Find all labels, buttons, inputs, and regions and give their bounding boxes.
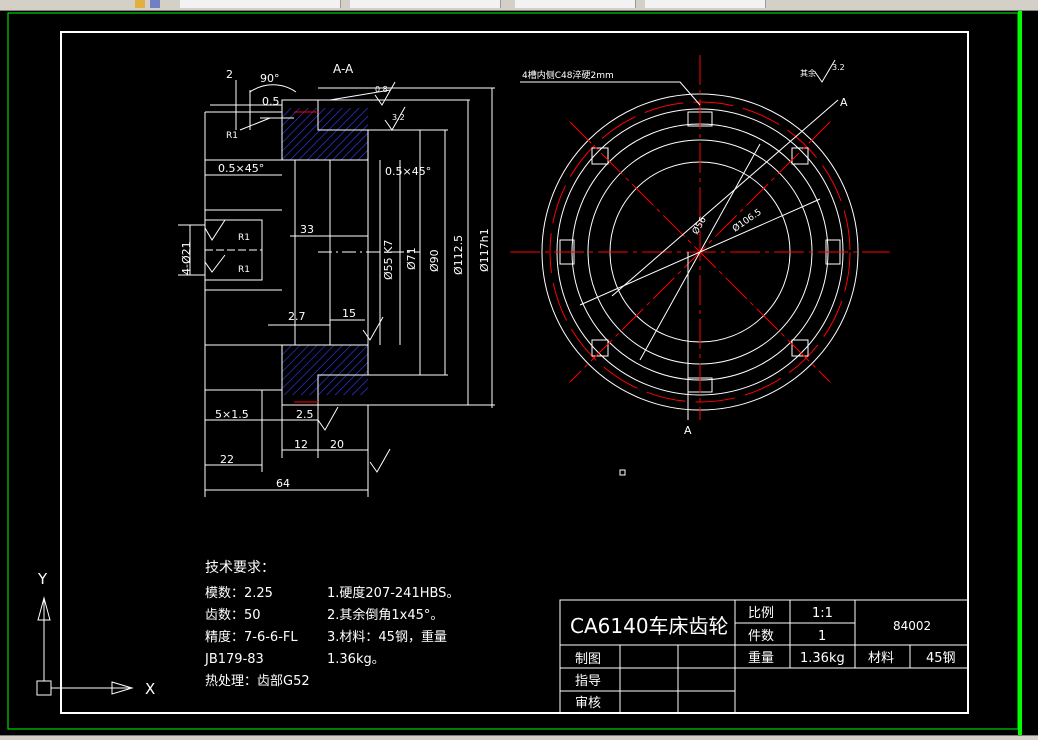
tech-left-line: 热处理：齿部G52 xyxy=(205,674,310,689)
other-note: 其余 xyxy=(800,68,816,78)
section-view xyxy=(178,80,495,497)
toolbar-field[interactable] xyxy=(515,0,636,8)
toolbar-strip xyxy=(0,0,1038,11)
tech-left-line: JB179-83 xyxy=(204,652,264,667)
dim-25: 2.5 xyxy=(296,408,314,421)
angle-arc xyxy=(249,84,297,93)
roughness-value: 0.8 xyxy=(375,85,388,94)
toolbar-icon[interactable] xyxy=(135,0,145,8)
end-view xyxy=(510,55,890,420)
dim-phi90: Ø90 xyxy=(428,249,441,272)
dim-chamfer-left: 0.5×45° xyxy=(218,162,264,175)
ucs-origin xyxy=(36,680,52,696)
weight-label: 重量 xyxy=(748,650,774,666)
dim-12: 12 xyxy=(294,438,308,451)
toolbar-icon[interactable] xyxy=(150,0,160,8)
dim-left: 4-Ø21 xyxy=(180,241,193,275)
viewport-frame xyxy=(7,12,1019,730)
material-label: 材料 xyxy=(868,651,894,666)
dim-r1: R1 xyxy=(238,233,250,243)
dim-bore-k7: Ø55 K7 xyxy=(382,240,395,280)
dim-small: 2 xyxy=(226,68,233,81)
section-label: A-A xyxy=(333,62,354,76)
dim-20: 20 xyxy=(330,438,344,451)
dim-r1: R1 xyxy=(226,131,238,141)
tech-requirements: 技术要求： 模数：2.25 齿数：50 精度：7-6-6-FL JB179-83… xyxy=(204,560,459,689)
weight-value: 1.36kg xyxy=(800,651,845,666)
dim-27: 2.7 xyxy=(288,310,306,323)
roughness-value: 3.2 xyxy=(392,113,405,122)
dim-33: 33 xyxy=(300,223,314,236)
scale-value: 1:1 xyxy=(812,606,833,621)
roughness-symbol xyxy=(204,219,226,241)
dim-5x15: 5×1.5 xyxy=(215,408,249,421)
review-label: 审核 xyxy=(575,696,601,711)
dim-chamfer-top: 0.5 xyxy=(262,95,280,108)
dim-64: 64 xyxy=(276,477,290,490)
roughness-value: 3.2 xyxy=(832,63,845,72)
roughness-symbol xyxy=(204,254,226,273)
title-block-text: CA6140车床齿轮 比例 1:1 件数 1 84002 重量 1.36kg 材… xyxy=(570,606,956,711)
viewport-edge xyxy=(1018,11,1022,735)
part-name: CA6140车床齿轮 xyxy=(570,614,729,638)
tech-left-line: 精度：7-6-6-FL xyxy=(205,629,298,645)
dim-phi1125: Ø112.5 xyxy=(452,235,465,275)
tech-left-line: 模数：2.25 xyxy=(205,586,273,601)
guide-label: 指导 xyxy=(575,674,601,689)
material-value: 45钢 xyxy=(926,651,956,666)
note-leader xyxy=(520,81,701,106)
dim-chamfer-right: 0.5×45° xyxy=(385,165,431,178)
leader xyxy=(239,117,271,131)
status-bar xyxy=(0,735,1038,740)
toolbar-field[interactable] xyxy=(180,0,341,8)
toolbar-field[interactable] xyxy=(645,0,766,8)
hatch-bottom xyxy=(282,345,368,395)
scale-label: 比例 xyxy=(748,606,774,621)
roughness-symbol xyxy=(369,448,391,473)
tech-right-line: 3.材料：45钢，重量 xyxy=(327,629,447,645)
qty-value: 1 xyxy=(818,629,826,644)
drawing-no: 84002 xyxy=(893,619,931,633)
pick-box[interactable] xyxy=(619,469,626,476)
dim-angle: 90° xyxy=(260,72,280,85)
cut-mark-a: A xyxy=(840,96,848,109)
tech-left-line: 齿数：50 xyxy=(205,608,261,623)
cad-drawing: A-A 90° 0.5 2 0.5×45° 0.5×45° 33 2.7 15 … xyxy=(7,12,1019,730)
dim-phi71: Ø71 xyxy=(405,247,418,270)
dim-r1: R1 xyxy=(238,265,250,275)
dim-22: 22 xyxy=(220,453,234,466)
dim-15: 15 xyxy=(342,307,356,320)
hatch-top xyxy=(282,108,368,160)
ucs-y-label: Y xyxy=(37,570,48,588)
tech-right-line: 1.36kg。 xyxy=(327,652,385,667)
roughness-symbol xyxy=(317,406,339,431)
qty-label: 件数 xyxy=(748,629,774,644)
cut-mark-a: A xyxy=(684,424,692,437)
circle-note: 4槽内侧C48淬硬2mm xyxy=(522,69,614,81)
ucs-x-label: X xyxy=(145,680,155,698)
tech-right-line: 1.硬度207-241HBS。 xyxy=(327,585,459,601)
dim-phi117: Ø117h1 xyxy=(478,228,491,272)
toolbar-field[interactable] xyxy=(350,0,501,8)
drawn-label: 制图 xyxy=(575,652,601,667)
tech-right-line: 2.其余倒角1x45°。 xyxy=(327,607,443,623)
ucs-icon xyxy=(36,596,134,696)
drawing-canvas[interactable]: A-A 90° 0.5 2 0.5×45° 0.5×45° 33 2.7 15 … xyxy=(0,11,1038,735)
dim-phi-b: Ø106.5 xyxy=(730,207,763,235)
tech-title: 技术要求： xyxy=(205,560,275,576)
